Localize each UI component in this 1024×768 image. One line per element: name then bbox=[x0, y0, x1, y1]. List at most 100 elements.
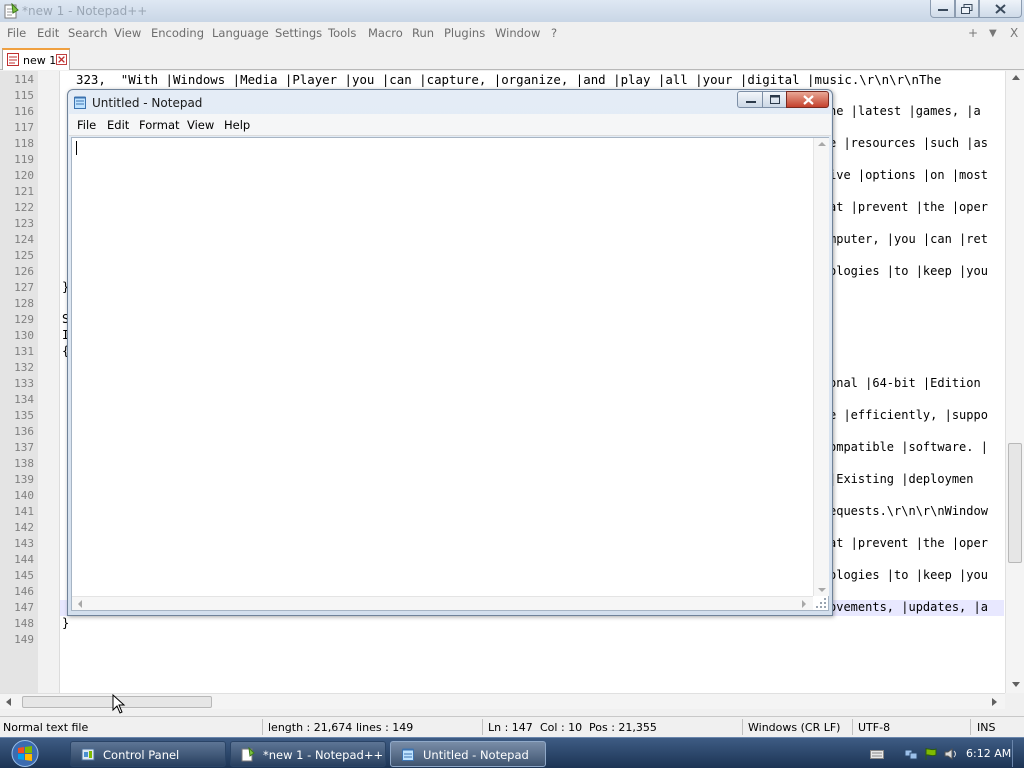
taskbar-label: Control Panel bbox=[103, 748, 180, 762]
line-number: 130 bbox=[14, 329, 34, 342]
notepad-menu-format[interactable]: Format bbox=[139, 118, 180, 132]
menu-encoding[interactable]: Encoding bbox=[151, 26, 204, 40]
status-bar: Normal text file length : 21,674 lines :… bbox=[0, 716, 1024, 737]
control-panel-icon bbox=[81, 748, 95, 761]
scroll-up-icon[interactable] bbox=[818, 142, 826, 146]
status-separator bbox=[970, 719, 971, 735]
editor-horizontal-scrollbar[interactable] bbox=[0, 693, 1005, 709]
notepad-app-icon bbox=[402, 748, 414, 761]
new-tab-plus-icon[interactable]: + bbox=[968, 26, 978, 40]
scroll-down-icon[interactable] bbox=[818, 588, 826, 592]
close-document-icon[interactable]: X bbox=[1010, 26, 1018, 40]
code-fragment-148: } bbox=[62, 616, 70, 630]
notepad-horizontal-scrollbar[interactable] bbox=[72, 596, 813, 610]
line-number: 131 bbox=[14, 345, 34, 358]
line-number: 122 bbox=[14, 201, 34, 214]
menu-tools[interactable]: Tools bbox=[328, 26, 356, 40]
menu-run[interactable]: Run bbox=[412, 26, 434, 40]
menu-file[interactable]: File bbox=[7, 26, 26, 40]
status-eol: Windows (CR LF) bbox=[748, 721, 841, 734]
line-number: 137 bbox=[14, 441, 34, 454]
notepad-menu-help[interactable]: Help bbox=[224, 118, 250, 132]
notepad-menu-file[interactable]: File bbox=[77, 118, 96, 132]
status-encoding: UTF-8 bbox=[858, 721, 891, 734]
line-number: 124 bbox=[14, 233, 34, 246]
line-number: 114 bbox=[14, 73, 34, 86]
flag-icon[interactable] bbox=[924, 747, 938, 761]
close-icon bbox=[803, 95, 814, 105]
menu-settings[interactable]: Settings bbox=[275, 26, 322, 40]
scroll-right-icon[interactable] bbox=[802, 600, 806, 608]
minimize-icon bbox=[937, 8, 948, 11]
notepad-vertical-scrollbar[interactable] bbox=[813, 138, 829, 596]
menu-search[interactable]: Search bbox=[68, 26, 108, 40]
line-number: 125 bbox=[14, 249, 34, 262]
menu-window[interactable]: Window bbox=[495, 26, 540, 40]
code-fragment-139: |Existing |deploymen bbox=[829, 472, 974, 486]
line-number: 143 bbox=[14, 537, 34, 550]
notepad-minimize-button[interactable] bbox=[737, 91, 763, 108]
tab-label: new 1 bbox=[23, 54, 57, 67]
status-separator bbox=[742, 719, 743, 735]
notepadpp-minimize-button[interactable] bbox=[930, 0, 955, 18]
notepadpp-menu-bar: File Edit Search View Encoding Language … bbox=[0, 22, 1024, 44]
taskbar-control-panel[interactable]: Control Panel bbox=[70, 741, 226, 767]
system-tray: 6:12 AM bbox=[862, 739, 1024, 768]
line-number: 135 bbox=[14, 409, 34, 422]
line-number: 145 bbox=[14, 569, 34, 582]
code-fragment-135: e |efficiently, |suppo bbox=[829, 408, 988, 422]
show-desktop-button[interactable] bbox=[1012, 740, 1022, 767]
notepad-maximize-button[interactable] bbox=[762, 91, 787, 108]
menu-help[interactable]: ? bbox=[551, 26, 557, 40]
notepad-menu-view[interactable]: View bbox=[187, 118, 214, 132]
taskbar-notepad[interactable]: Untitled - Notepad bbox=[390, 741, 546, 767]
editor-vertical-scrollbar[interactable] bbox=[1005, 71, 1024, 693]
notepadpp-title: *new 1 - Notepad++ bbox=[22, 4, 148, 18]
line-number: 147 bbox=[14, 601, 34, 614]
text-caret bbox=[76, 141, 77, 155]
line-number: 134 bbox=[14, 393, 34, 406]
notepadpp-title-bar[interactable]: *new 1 - Notepad++ bbox=[0, 0, 1024, 22]
notepad-close-button[interactable] bbox=[786, 91, 829, 108]
code-fragment-133: onal |64-bit |Edition bbox=[829, 376, 981, 390]
scroll-down-icon[interactable] bbox=[1012, 682, 1020, 687]
resize-grip-icon[interactable] bbox=[815, 597, 827, 609]
scroll-right-icon[interactable] bbox=[992, 698, 997, 706]
line-number: 140 bbox=[14, 489, 34, 502]
start-button-icon[interactable] bbox=[5, 739, 45, 768]
code-fragment-120: ive |options |on |most bbox=[829, 168, 988, 182]
restore-icon bbox=[961, 3, 973, 14]
taskbar-notepadpp[interactable]: *new 1 - Notepad++ bbox=[230, 741, 386, 767]
menu-edit[interactable]: Edit bbox=[37, 26, 59, 40]
line-number: 128 bbox=[14, 297, 34, 310]
menu-view[interactable]: View bbox=[114, 26, 141, 40]
code-fragment-118: e |resources |such |as bbox=[829, 136, 988, 150]
close-icon bbox=[995, 3, 1006, 14]
menu-language[interactable]: Language bbox=[212, 26, 269, 40]
scroll-up-icon[interactable] bbox=[1012, 75, 1020, 80]
taskbar: Control Panel *new 1 - Notepad++ Untitle… bbox=[0, 737, 1024, 768]
keyboard-icon[interactable] bbox=[870, 747, 884, 761]
notepad-app-icon bbox=[74, 96, 86, 109]
menu-macro[interactable]: Macro bbox=[368, 26, 403, 40]
code-fragment-145: ologies |to |keep |you bbox=[829, 568, 988, 582]
notepadpp-restore-button[interactable] bbox=[955, 0, 979, 18]
code-line-114: 323, "With |Windows |Media |Player |you … bbox=[76, 72, 942, 87]
scroll-left-icon[interactable] bbox=[78, 600, 82, 608]
vertical-scroll-thumb[interactable] bbox=[1008, 443, 1022, 563]
notepad-title-bar[interactable]: Untitled - Notepad bbox=[68, 90, 832, 114]
tab-close-icon[interactable] bbox=[56, 54, 67, 65]
notepadpp-close-button[interactable] bbox=[979, 0, 1022, 18]
tab-list-dropdown-icon[interactable]: ▼ bbox=[989, 28, 997, 39]
status-length: length : 21,674 bbox=[268, 721, 353, 734]
tab-new-1[interactable]: new 1 bbox=[2, 48, 70, 70]
taskbar-clock[interactable]: 6:12 AM bbox=[966, 747, 1011, 760]
notepad-menu-edit[interactable]: Edit bbox=[107, 118, 129, 132]
volume-icon[interactable] bbox=[944, 747, 958, 761]
scroll-left-icon[interactable] bbox=[6, 698, 11, 706]
network-icon[interactable] bbox=[904, 747, 918, 761]
notepad-text-area[interactable] bbox=[71, 137, 829, 611]
menu-plugins[interactable]: Plugins bbox=[444, 26, 485, 40]
minimize-icon bbox=[746, 101, 756, 103]
line-number: 117 bbox=[14, 121, 34, 134]
